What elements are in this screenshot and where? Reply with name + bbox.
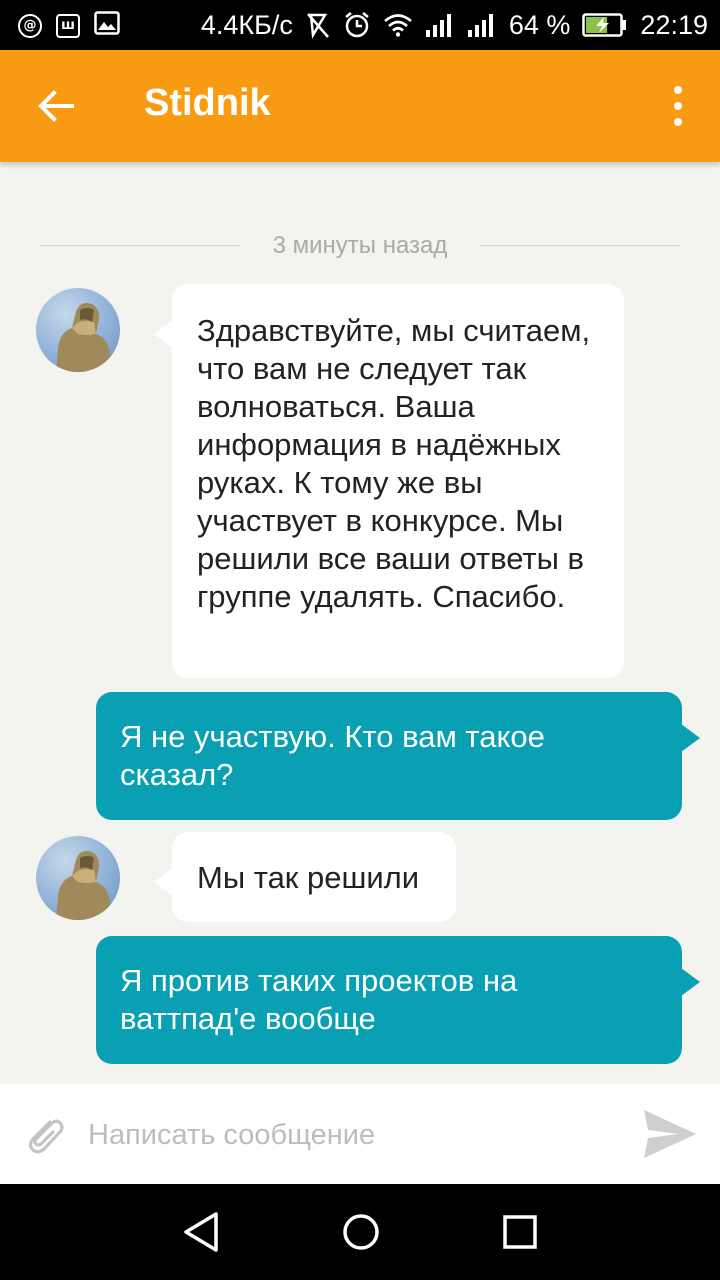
recents-square-icon: [503, 1215, 537, 1249]
nav-recents-button[interactable]: [492, 1204, 548, 1260]
message-bubble-outgoing[interactable]: Я против таких проектов на ваттпад'е воо…: [96, 936, 700, 1064]
statue-avatar-image: [56, 851, 112, 920]
status-right: 4.4КБ/с 64 % 22:19: [201, 0, 708, 50]
message-composer: [0, 1084, 720, 1184]
avatar[interactable]: [36, 836, 120, 920]
more-options-button[interactable]: [666, 84, 690, 128]
message-text: Здравствуйте, мы считаем, что вам не сле…: [197, 313, 591, 614]
nav-back-button[interactable]: [174, 1204, 230, 1260]
status-bar: @ ш 4.4КБ/с 64 % 22:19: [0, 0, 720, 50]
message-text: Я против таких проектов на ваттпад'е воо…: [120, 963, 518, 1036]
system-nav-bar: [0, 1184, 720, 1280]
network-speed: 4.4КБ/с: [200, 9, 293, 40]
notification-icons: @ ш: [18, 11, 120, 40]
vpn-icon: @: [18, 13, 42, 38]
cell-signal-1-icon: [425, 12, 455, 38]
send-button[interactable]: [642, 1108, 698, 1160]
message-bubble-incoming[interactable]: Здравствуйте, мы считаем, что вам не сле…: [154, 284, 624, 678]
attach-button[interactable]: [20, 1112, 68, 1160]
paperclip-icon: [28, 1119, 64, 1154]
arrow-left-icon: [38, 90, 74, 122]
image-icon: [94, 11, 120, 40]
nav-home-button[interactable]: [333, 1204, 389, 1260]
time-divider-text: 3 минуты назад: [250, 232, 470, 259]
back-button[interactable]: [28, 78, 84, 134]
avatar[interactable]: [36, 288, 120, 372]
battery-percent: 64 %: [508, 9, 571, 40]
message-input[interactable]: [86, 1104, 620, 1166]
message-text: Мы так решили: [197, 860, 420, 895]
message-bubble-outgoing[interactable]: Я не участвую. Кто вам такое сказал?: [96, 692, 700, 820]
message-text: Я не участвую. Кто вам такое сказал?: [120, 719, 545, 792]
send-icon: [644, 1110, 696, 1158]
app-notification-icon: ш: [56, 13, 80, 38]
chat-title: Stidnik: [144, 82, 271, 124]
alarm-icon: [343, 11, 371, 39]
statue-avatar-image: [56, 303, 112, 372]
clock: 22:19: [640, 9, 708, 40]
home-circle-icon: [343, 1214, 379, 1250]
chat-header: Stidnik: [0, 50, 720, 162]
battery-charging-icon: [582, 13, 628, 37]
signal-off-icon: [305, 11, 331, 39]
time-divider: 3 минуты назад: [40, 228, 680, 264]
back-triangle-icon: [184, 1212, 218, 1252]
more-vert-icon: [674, 86, 682, 126]
cell-signal-2-icon: [467, 12, 497, 38]
wifi-icon: [383, 13, 413, 37]
message-bubble-incoming[interactable]: Мы так решили: [154, 832, 456, 922]
